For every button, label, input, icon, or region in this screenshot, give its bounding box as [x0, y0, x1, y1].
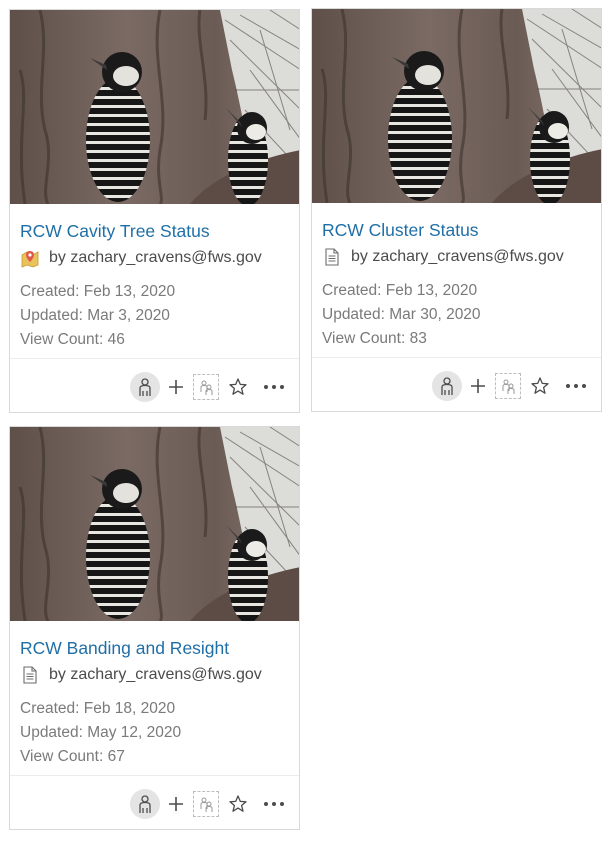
owner-row: by zachary_cravens@fws.gov	[20, 247, 292, 269]
card-divider	[10, 358, 299, 359]
document-icon	[23, 666, 37, 684]
star-icon[interactable]	[226, 375, 250, 399]
view-count: View Count: 67	[20, 748, 125, 765]
item-thumbnail[interactable]	[312, 9, 601, 203]
created-date: Created: Feb 18, 2020	[20, 700, 176, 717]
group-share-icon[interactable]	[193, 791, 219, 817]
item-card: RCW Cluster Status by zachary_cravens@fw…	[311, 8, 602, 412]
plus-icon[interactable]	[467, 375, 489, 397]
view-count: View Count: 83	[322, 330, 427, 347]
more-icon[interactable]	[261, 792, 287, 816]
item-title-link[interactable]: RCW Cavity Tree Status	[20, 219, 292, 243]
updated-date: Updated: May 12, 2020	[20, 724, 182, 741]
plus-icon[interactable]	[165, 793, 187, 815]
updated-date: Updated: Mar 30, 2020	[322, 306, 481, 323]
star-icon[interactable]	[226, 792, 250, 816]
created-date: Created: Feb 13, 2020	[322, 282, 478, 299]
view-count: View Count: 46	[20, 331, 125, 348]
card-divider	[312, 357, 601, 358]
star-icon[interactable]	[528, 374, 552, 398]
owner-row: by zachary_cravens@fws.gov	[20, 664, 292, 686]
owner-text: by zachary_cravens@fws.gov	[49, 249, 262, 266]
item-title-link[interactable]: RCW Cluster Status	[322, 218, 594, 242]
created-date: Created: Feb 13, 2020	[20, 283, 176, 300]
card-actions	[432, 370, 589, 402]
updated-date: Updated: Mar 3, 2020	[20, 307, 170, 324]
owner-text: by zachary_cravens@fws.gov	[49, 666, 262, 683]
card-divider	[10, 775, 299, 776]
user-icon[interactable]	[432, 371, 462, 401]
item-thumbnail[interactable]	[10, 10, 299, 204]
group-share-icon[interactable]	[495, 373, 521, 399]
item-meta: Created: Feb 18, 2020 Updated: May 12, 2…	[20, 697, 292, 769]
owner-text: by zachary_cravens@fws.gov	[351, 248, 564, 265]
item-meta: Created: Feb 13, 2020 Updated: Mar 30, 2…	[322, 279, 594, 351]
item-meta: Created: Feb 13, 2020 Updated: Mar 3, 20…	[20, 280, 292, 352]
card-actions	[130, 371, 287, 403]
user-icon[interactable]	[130, 789, 160, 819]
item-thumbnail[interactable]	[10, 427, 299, 621]
card-actions	[130, 788, 287, 820]
more-icon[interactable]	[563, 374, 589, 398]
more-icon[interactable]	[261, 375, 287, 399]
document-icon	[325, 248, 339, 266]
map-app-icon	[21, 251, 39, 268]
item-card: RCW Cavity Tree Status by zachary_craven…	[9, 9, 300, 413]
group-share-icon[interactable]	[193, 374, 219, 400]
user-icon[interactable]	[130, 372, 160, 402]
owner-row: by zachary_cravens@fws.gov	[322, 246, 594, 268]
item-card: RCW Banding and Resight by zachary_crave…	[9, 426, 300, 830]
plus-icon[interactable]	[165, 376, 187, 398]
item-title-link[interactable]: RCW Banding and Resight	[20, 636, 292, 660]
